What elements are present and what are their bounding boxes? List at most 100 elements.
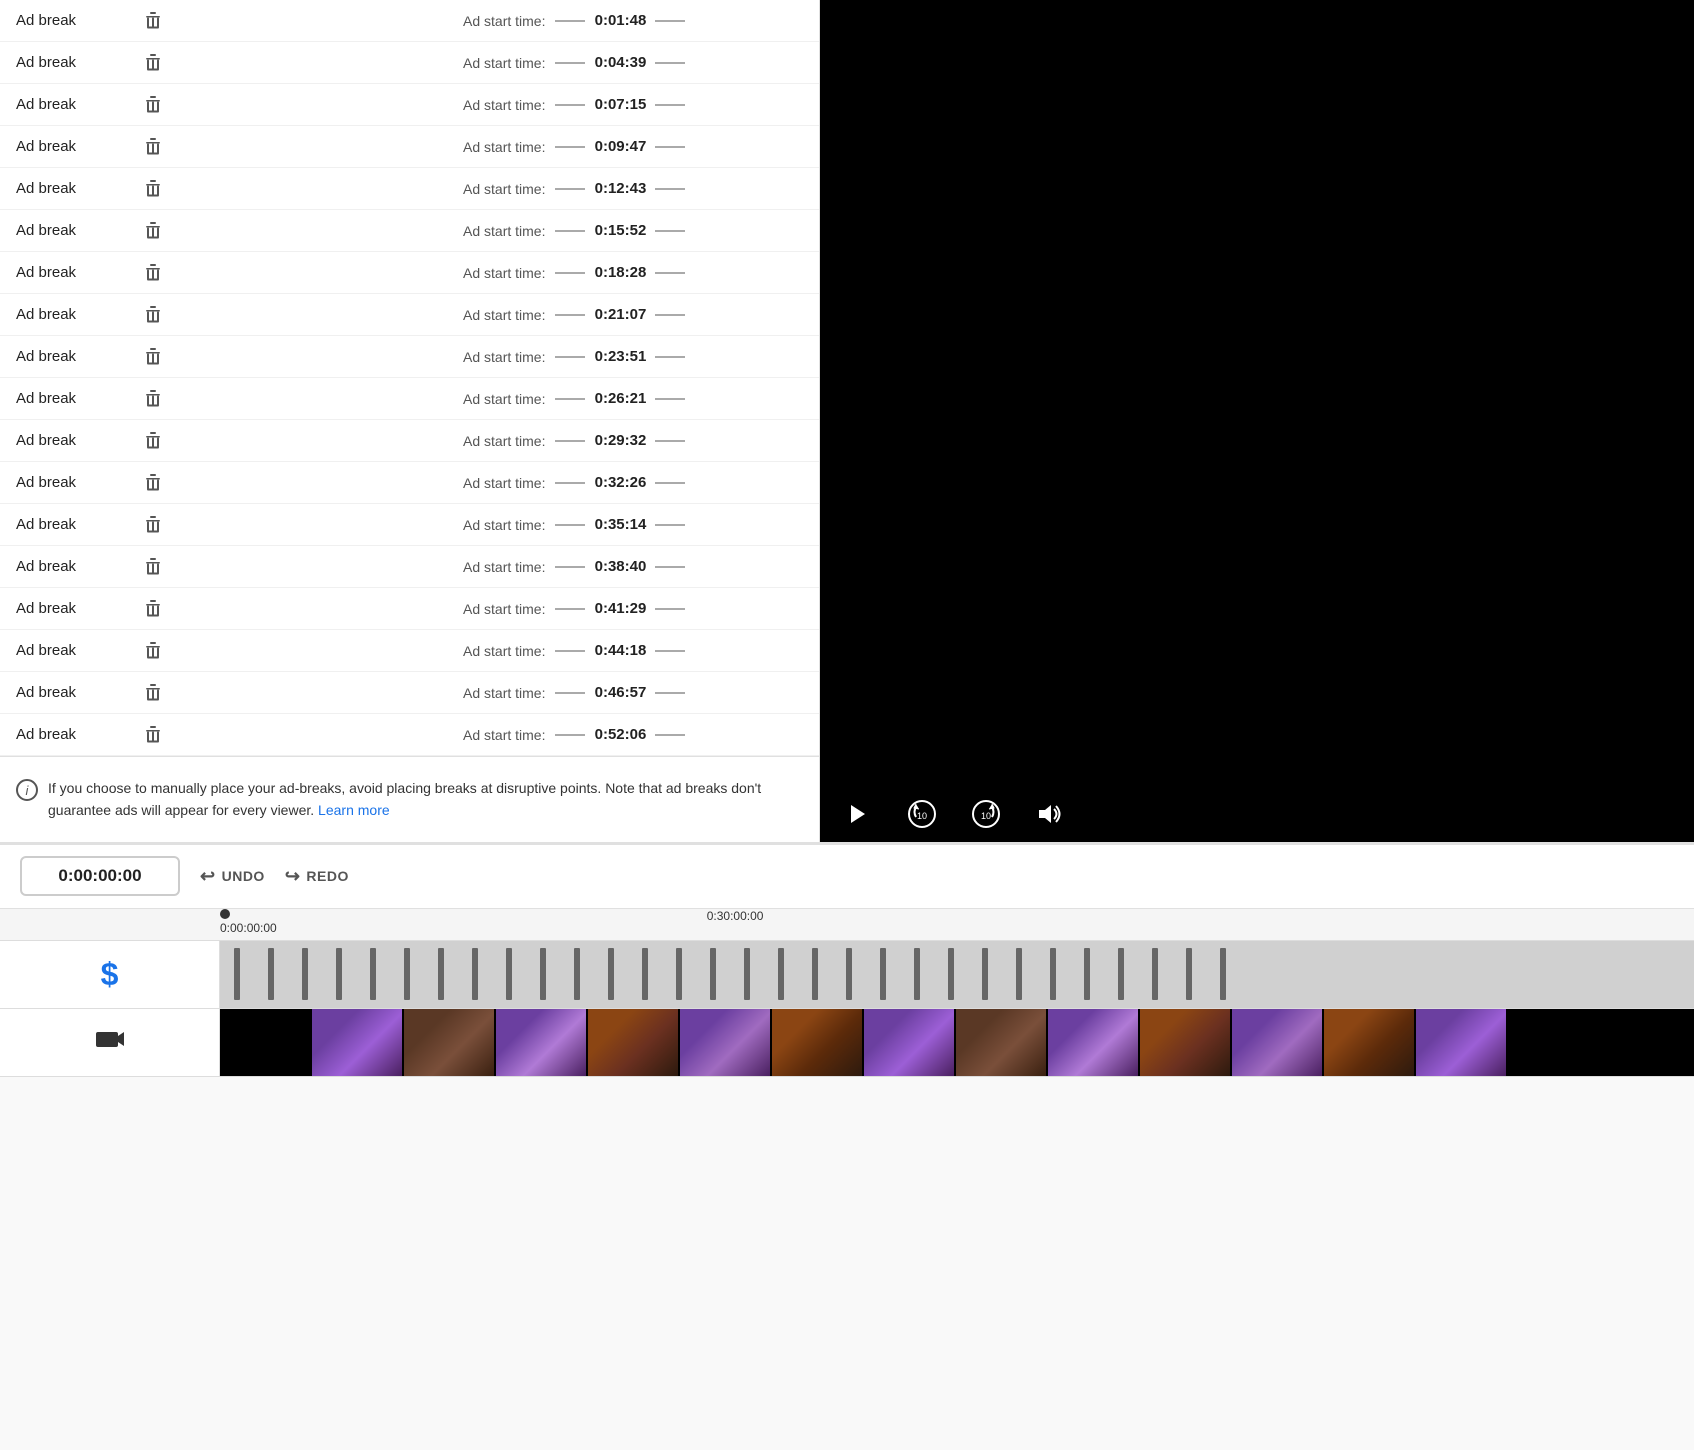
ad-start-label: Ad start time: <box>463 55 545 71</box>
ad-start-label: Ad start time: <box>463 391 545 407</box>
trash-icon[interactable] <box>144 347 162 367</box>
ad-break-item: Ad break Ad start time: 0:18:28 <box>0 252 819 294</box>
ad-start-label: Ad start time: <box>463 13 545 29</box>
time-line-right <box>655 398 685 400</box>
time-value: 0:09:47 <box>585 138 655 155</box>
ad-start-label: Ad start time: <box>463 139 545 155</box>
redo-label: REDO <box>306 868 348 884</box>
ad-start-section: Ad start time: 0:01:48 <box>463 12 803 29</box>
ruler-mid-label: 0:30:00:00 <box>707 909 764 923</box>
trash-icon[interactable] <box>144 305 162 325</box>
time-line-right <box>655 272 685 274</box>
trash-icon[interactable] <box>144 431 162 451</box>
ad-track-content[interactable] <box>220 941 1694 1008</box>
ad-start-section: Ad start time: 0:44:18 <box>463 642 803 659</box>
ad-break-marker <box>1152 948 1158 1000</box>
trash-icon[interactable] <box>144 11 162 31</box>
time-line-left <box>555 230 585 232</box>
time-input-wrap: 0:07:15 <box>555 96 685 113</box>
time-line-right <box>655 734 685 736</box>
thumbnail-cell <box>772 1009 864 1076</box>
time-line-left <box>555 272 585 274</box>
time-line-left <box>555 20 585 22</box>
trash-icon[interactable] <box>144 179 162 199</box>
volume-button[interactable] <box>1032 796 1068 832</box>
ad-start-label: Ad start time: <box>463 517 545 533</box>
time-line-right <box>655 230 685 232</box>
time-line-right <box>655 146 685 148</box>
video-track-content[interactable] <box>220 1009 1694 1076</box>
thumbnail-cell <box>496 1009 588 1076</box>
ad-break-marker <box>1050 948 1056 1000</box>
rewind-button[interactable]: 10 <box>904 796 940 832</box>
time-value: 0:23:51 <box>585 348 655 365</box>
video-track-icon-cell <box>0 1009 220 1076</box>
trash-icon[interactable] <box>144 473 162 493</box>
trash-icon[interactable] <box>144 389 162 409</box>
time-value: 0:15:52 <box>585 222 655 239</box>
trash-icon[interactable] <box>144 53 162 73</box>
ad-break-item: Ad break Ad start time: 0:09:47 <box>0 126 819 168</box>
redo-button[interactable]: ↪ REDO <box>285 866 349 887</box>
time-line-left <box>555 650 585 652</box>
ad-breaks-list: Ad break Ad start time: 0:01:48 <box>0 0 819 756</box>
ad-break-marker <box>744 948 750 1000</box>
ad-start-section: Ad start time: 0:21:07 <box>463 306 803 323</box>
ad-break-marker <box>608 948 614 1000</box>
forward-button[interactable]: 10 <box>968 796 1004 832</box>
trash-icon[interactable] <box>144 263 162 283</box>
trash-icon[interactable] <box>144 221 162 241</box>
trash-icon[interactable] <box>144 137 162 157</box>
play-button[interactable] <box>840 796 876 832</box>
undo-button[interactable]: ↩ UNDO <box>200 866 265 887</box>
trash-icon[interactable] <box>144 557 162 577</box>
time-input-wrap: 0:09:47 <box>555 138 685 155</box>
ad-track-icon-cell: $ <box>0 941 220 1008</box>
time-value: 0:12:43 <box>585 180 655 197</box>
ad-break-label: Ad break <box>16 474 136 491</box>
top-section: Ad break Ad start time: 0:01:48 <box>0 0 1694 843</box>
trash-icon[interactable] <box>144 515 162 535</box>
time-value: 0:29:32 <box>585 432 655 449</box>
ad-break-marker <box>676 948 682 1000</box>
ad-break-marker <box>846 948 852 1000</box>
ad-break-marker <box>268 948 274 1000</box>
undo-label: UNDO <box>222 868 265 884</box>
time-value: 0:01:48 <box>585 12 655 29</box>
timeline-toolbar: 0:00:00:00 ↩ UNDO ↪ REDO <box>0 845 1694 909</box>
info-icon: i <box>16 779 38 801</box>
video-screen <box>820 0 1694 786</box>
time-input-wrap: 0:44:18 <box>555 642 685 659</box>
thumbnail-cell <box>956 1009 1048 1076</box>
trash-icon[interactable] <box>144 683 162 703</box>
thumbnail-cell <box>312 1009 404 1076</box>
time-value: 0:46:57 <box>585 684 655 701</box>
time-line-left <box>555 482 585 484</box>
ad-break-marker <box>438 948 444 1000</box>
ad-break-item: Ad break Ad start time: 0:44:18 <box>0 630 819 672</box>
time-value: 0:26:21 <box>585 390 655 407</box>
time-value: 0:32:26 <box>585 474 655 491</box>
learn-more-link[interactable]: Learn more <box>318 802 390 818</box>
ad-start-section: Ad start time: 0:35:14 <box>463 516 803 533</box>
ad-break-label: Ad break <box>16 684 136 701</box>
ad-break-marker <box>404 948 410 1000</box>
ad-break-marker <box>574 948 580 1000</box>
ad-break-marker <box>1220 948 1226 1000</box>
trash-icon[interactable] <box>144 725 162 745</box>
ad-break-marker <box>336 948 342 1000</box>
ad-break-marker <box>506 948 512 1000</box>
time-value: 0:18:28 <box>585 264 655 281</box>
thumbnail-cell <box>404 1009 496 1076</box>
camera-icon <box>94 1027 126 1058</box>
time-line-left <box>555 440 585 442</box>
time-line-right <box>655 524 685 526</box>
time-input-wrap: 0:23:51 <box>555 348 685 365</box>
time-line-right <box>655 650 685 652</box>
trash-icon[interactable] <box>144 599 162 619</box>
trash-icon[interactable] <box>144 95 162 115</box>
ad-start-section: Ad start time: 0:46:57 <box>463 684 803 701</box>
time-input-wrap: 0:15:52 <box>555 222 685 239</box>
trash-icon[interactable] <box>144 641 162 661</box>
time-input-wrap: 0:46:57 <box>555 684 685 701</box>
